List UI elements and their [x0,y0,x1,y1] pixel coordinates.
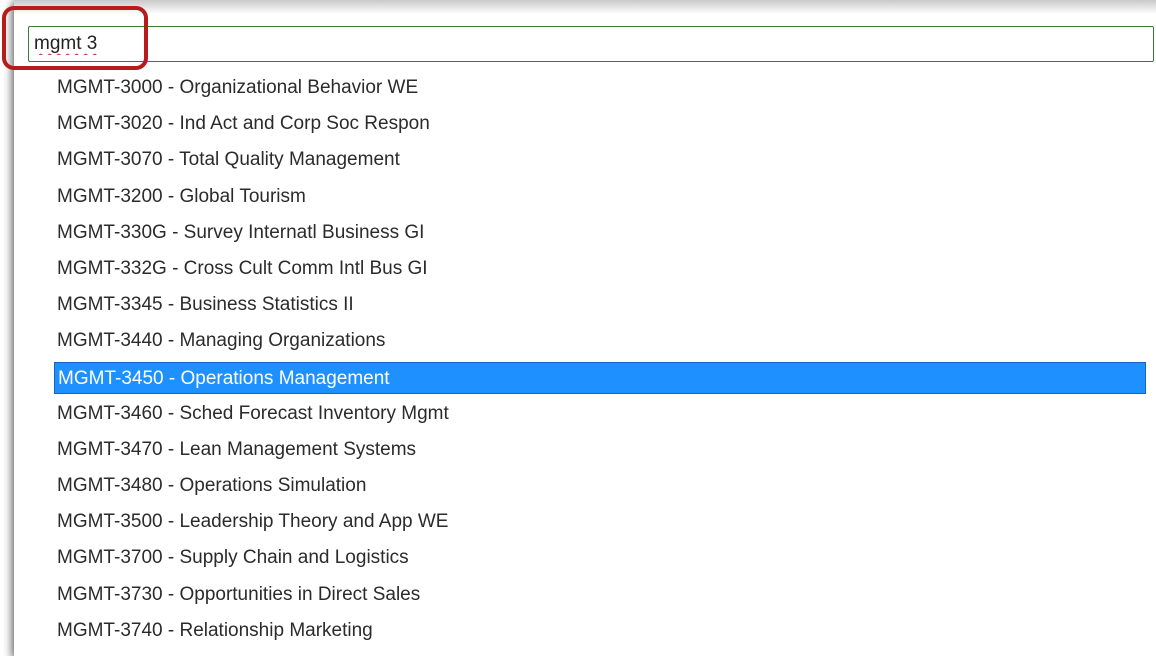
list-item[interactable]: MGMT-3200 - Global Tourism [54,179,1146,215]
list-item[interactable]: MGMT-330G - Survey Internatl Business GI [54,215,1146,251]
list-item[interactable]: MGMT-3480 - Operations Simulation [54,468,1146,504]
panel-top-shadow [14,0,1156,14]
list-item[interactable]: MGMT-3440 - Managing Organizations [54,323,1146,359]
list-item[interactable]: MGMT-3460 - Sched Forecast Inventory Mgm… [54,396,1146,432]
results-list: MGMT-3000 - Organizational Behavior WE MG… [54,70,1146,649]
list-item[interactable]: MGMT-3730 - Opportunities in Direct Sale… [54,577,1146,613]
list-item[interactable]: MGMT-3740 - Relationship Marketing [54,613,1146,649]
list-item[interactable]: MGMT-3070 - Total Quality Management [54,142,1146,178]
list-item-selected[interactable]: MGMT-3450 - Operations Management [54,361,1146,394]
search-field[interactable] [28,26,1154,62]
list-item[interactable]: MGMT-3345 - Business Statistics II [54,287,1146,323]
list-item[interactable]: MGMT-3500 - Leadership Theory and App WE [54,504,1146,540]
list-item[interactable]: MGMT-3470 - Lean Management Systems [54,432,1146,468]
list-item[interactable]: MGMT-332G - Cross Cult Comm Intl Bus GI [54,251,1146,287]
list-item[interactable]: MGMT-3020 - Ind Act and Corp Soc Respon [54,106,1146,142]
list-item[interactable]: MGMT-3700 - Supply Chain and Logistics [54,540,1146,576]
search-input[interactable] [34,29,1144,59]
list-item[interactable]: MGMT-3000 - Organizational Behavior WE [54,70,1146,106]
dropdown-panel: MGMT-3000 - Organizational Behavior WEMG… [14,0,1156,656]
